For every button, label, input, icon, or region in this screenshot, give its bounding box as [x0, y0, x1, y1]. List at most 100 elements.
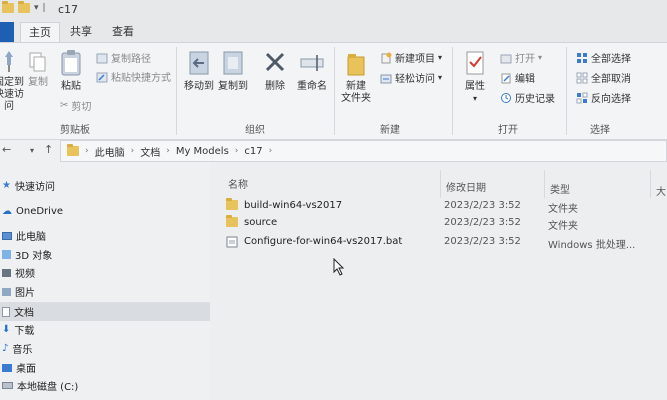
nav-item-this-pc[interactable]: 此电脑 — [0, 226, 210, 245]
desktop-icon — [2, 363, 12, 372]
copy-button[interactable]: 复制 — [26, 49, 50, 89]
computer-icon — [2, 231, 12, 240]
chevron-down-icon: ▾ — [538, 53, 543, 62]
address-row: ← ▾ ↑ › 此电脑 › 文档 › My Models › c17 › — [0, 140, 667, 162]
new-item-icon — [381, 52, 392, 63]
file-row[interactable]: source 2023/2/23 3:52 文件夹 — [226, 215, 667, 233]
separator-icon: | — [42, 3, 46, 13]
column-divider[interactable] — [544, 170, 545, 198]
pin-label: 固定到 快速访问 — [0, 77, 24, 112]
cut-label: 剪切 — [71, 102, 92, 113]
breadcrumb-this-pc[interactable]: 此电脑 — [95, 144, 125, 159]
nav-item-label: 3D 对象 — [15, 251, 53, 262]
edit-icon — [501, 73, 511, 83]
breadcrumb-my-models[interactable]: My Models — [176, 146, 229, 157]
file-row[interactable]: Configure-for-win64-vs2017.bat 2023/2/23… — [226, 234, 667, 252]
nav-item-onedrive[interactable]: ☁ OneDrive — [0, 202, 210, 221]
column-divider[interactable] — [650, 170, 651, 198]
select-all-icon — [577, 52, 587, 63]
file-date: 2023/2/23 3:52 — [444, 236, 521, 247]
nav-item-local-disk[interactable]: 本地磁盘 (C:) — [0, 376, 210, 395]
rename-button[interactable]: 重命名 — [292, 49, 332, 93]
column-header-type[interactable]: 类型 — [550, 181, 570, 196]
paste-button[interactable]: 粘贴 — [54, 49, 88, 93]
group-separator — [566, 47, 567, 135]
file-date: 2023/2/23 3:52 — [444, 200, 521, 211]
move-to-button[interactable]: 移动到 — [182, 49, 216, 93]
recent-chevron-icon[interactable]: ▾ — [30, 146, 34, 155]
nav-item-downloads[interactable]: ⬇ 下载 — [0, 320, 210, 339]
breadcrumb-documents[interactable]: 文档 — [140, 144, 160, 159]
nav-item-3d-objects[interactable]: 3D 对象 — [0, 245, 210, 264]
file-name: source — [244, 217, 278, 228]
open-icon — [500, 54, 512, 63]
rename-label: 重命名 — [297, 81, 327, 92]
back-arrow-icon[interactable]: ← — [2, 143, 11, 156]
copy-icon — [29, 52, 46, 72]
up-arrow-icon[interactable]: ↑ — [44, 143, 53, 156]
nav-item-label: 本地磁盘 (C:) — [17, 382, 79, 393]
clipboard-group-label: 剪贴板 — [60, 125, 90, 136]
breadcrumb-c17[interactable]: c17 — [244, 146, 262, 157]
column-header-name[interactable]: 名称 — [228, 176, 248, 191]
select-all-label: 全部选择 — [591, 54, 631, 65]
invert-selection-button[interactable]: 反向选择 — [576, 90, 631, 105]
history-button[interactable]: 历史记录 — [500, 90, 555, 105]
nav-item-videos[interactable]: 视频 — [0, 263, 210, 282]
picture-icon — [2, 287, 11, 296]
group-separator — [334, 47, 335, 135]
cube-icon — [2, 250, 11, 259]
nav-item-documents[interactable]: 文档 — [0, 302, 210, 321]
copy-to-button[interactable]: 复制到 — [216, 49, 250, 93]
open-button[interactable]: 打开 ▾ — [500, 50, 542, 65]
column-header-size[interactable]: 大 — [656, 183, 666, 198]
cut-button[interactable]: ✂ 剪切 — [60, 98, 91, 113]
document-icon — [2, 306, 10, 317]
nav-item-label: 文档 — [14, 308, 34, 319]
file-type: 文件夹 — [548, 204, 578, 215]
properties-button[interactable]: 属性 ▾ — [458, 49, 492, 105]
explorer-window: { "window": { "title": "c17" }, "tabs": … — [0, 0, 667, 400]
pin-quick-access-button[interactable]: 固定到 快速访问 — [0, 49, 24, 113]
tab-home[interactable]: 主页 — [20, 22, 60, 42]
copy-path-button[interactable]: 复制路径 — [96, 50, 151, 65]
music-icon: ♪ — [2, 343, 9, 354]
nav-item-desktop[interactable]: 桌面 — [0, 358, 210, 377]
nav-item-music[interactable]: ♪ 音乐 — [0, 339, 210, 358]
chevron-down-icon[interactable]: ▾ — [34, 3, 39, 13]
drive-icon — [2, 382, 13, 389]
edit-button[interactable]: 编辑 — [500, 70, 535, 85]
file-row[interactable]: build-win64-vs2017 2023/2/23 3:52 文件夹 — [226, 198, 667, 216]
file-name: build-win64-vs2017 — [244, 200, 343, 211]
chevron-down-icon: ▾ — [438, 73, 443, 82]
tab-share[interactable]: 共享 — [62, 22, 100, 42]
new-folder-button[interactable]: 新建 文件夹 — [338, 49, 374, 105]
new-group-label: 新建 — [380, 125, 400, 136]
tab-view[interactable]: 查看 — [104, 22, 142, 42]
chevron-right-icon: › — [268, 146, 273, 156]
chevron-right-icon: › — [234, 146, 239, 156]
move-to-label: 移动到 — [184, 81, 214, 92]
download-icon: ⬇ — [2, 324, 11, 335]
nav-item-label: 图片 — [15, 288, 35, 299]
nav-item-quick-access[interactable]: ★ 快速访问 — [0, 176, 210, 195]
history-icon — [501, 92, 511, 103]
column-divider[interactable] — [440, 170, 441, 198]
new-folder-quick-icon[interactable] — [18, 1, 30, 13]
paste-shortcut-button[interactable]: 粘贴快捷方式 — [96, 69, 171, 84]
star-icon: ★ — [2, 180, 11, 191]
select-none-button[interactable]: 全部取消 — [576, 70, 631, 85]
delete-button[interactable]: 删除 — [258, 49, 292, 93]
pin-icon — [5, 51, 13, 72]
clipboard-icon — [61, 50, 81, 76]
new-item-button[interactable]: 新建项目 ▾ — [380, 50, 442, 65]
column-header-date[interactable]: 修改日期 — [446, 179, 486, 194]
nav-item-pictures[interactable]: 图片 — [0, 282, 210, 301]
address-bar[interactable]: › 此电脑 › 文档 › My Models › c17 › — [60, 140, 667, 162]
nav-item-label: 视频 — [15, 269, 35, 280]
group-separator — [452, 47, 453, 135]
select-all-button[interactable]: 全部选择 — [576, 50, 631, 65]
easy-access-button[interactable]: 轻松访问 ▾ — [380, 70, 442, 85]
ribbon: 固定到 快速访问 复制 粘贴 复制路径 粘贴快捷方式 ✂ 剪切 剪贴板 移动到 — [0, 42, 667, 140]
tab-file[interactable] — [0, 22, 14, 42]
